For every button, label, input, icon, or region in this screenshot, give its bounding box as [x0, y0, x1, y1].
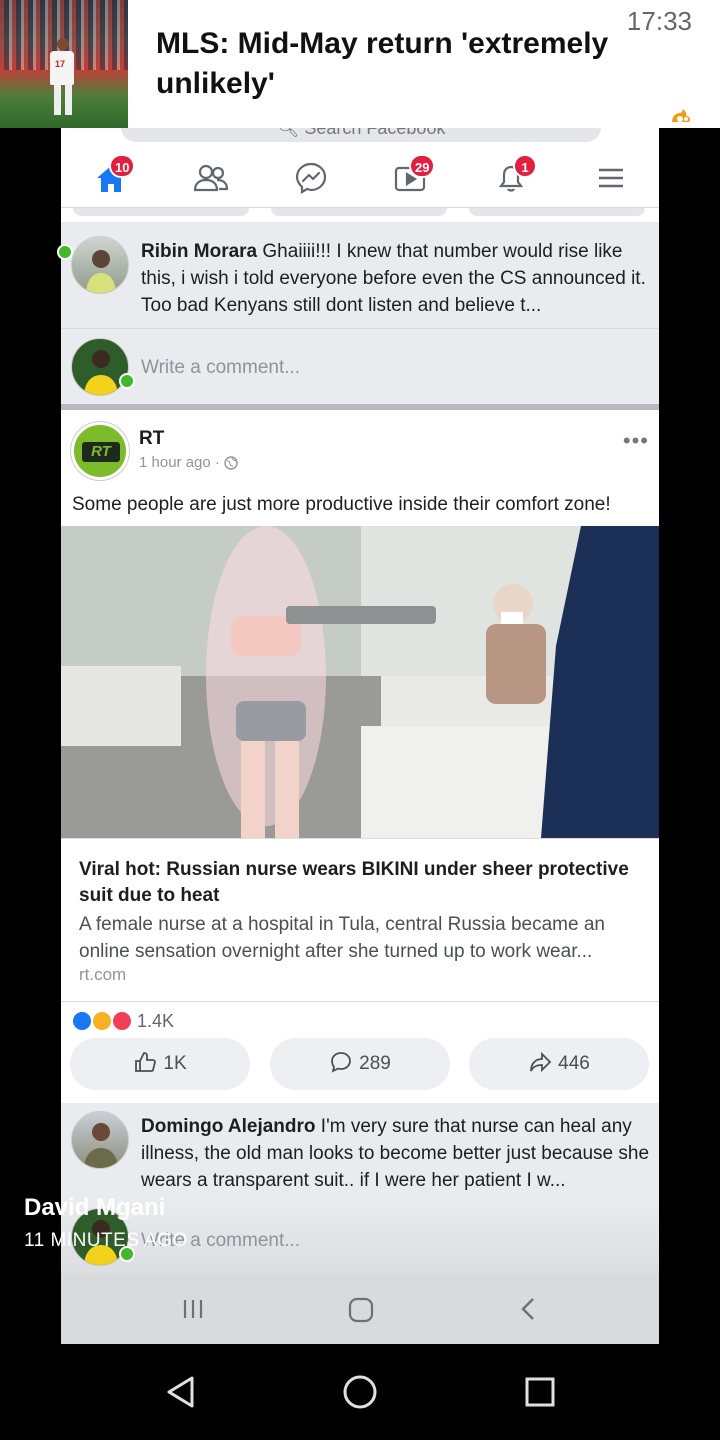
- facebook-screen: 🔍︎ Search Facebook 10 29 1 Ribin Morara …: [57, 128, 659, 1344]
- menu-icon: [599, 168, 623, 188]
- post-author[interactable]: RT: [139, 428, 164, 450]
- tab-messenger[interactable]: [291, 158, 331, 198]
- post-meta: 1 hour ago ·: [139, 454, 238, 471]
- my-avatar[interactable]: [71, 338, 129, 396]
- avatar[interactable]: [71, 236, 129, 294]
- link-description: A female nurse at a hospital in Tula, ce…: [79, 914, 605, 962]
- post-text: Some people are just more productive ins…: [72, 494, 611, 515]
- watch-badge: 29: [409, 154, 436, 178]
- back-icon[interactable]: [517, 1296, 541, 1322]
- tab-menu[interactable]: [591, 158, 631, 198]
- notification-title: MLS: Mid-May return 'extremely unlikely': [156, 27, 609, 100]
- overview-square-icon[interactable]: [524, 1376, 556, 1408]
- post-time[interactable]: 1 hour ago: [139, 454, 211, 471]
- inner-navigation-bar: [61, 1274, 659, 1344]
- link-preview[interactable]: Viral hot: Russian nurse wears BIKINI un…: [61, 838, 659, 1002]
- messenger-icon: [295, 162, 327, 194]
- like-reaction-icon: [71, 1010, 93, 1032]
- reaction-count: 1.4K: [137, 1011, 175, 1031]
- online-indicator: [119, 373, 135, 389]
- like-button[interactable]: 1K: [70, 1038, 250, 1090]
- tab-friends[interactable]: [191, 158, 231, 198]
- write-comment-input[interactable]: Write a comment...: [141, 357, 300, 379]
- love-reaction-icon: [111, 1010, 133, 1032]
- post-options-button[interactable]: •••: [623, 428, 649, 454]
- comment-ribin: Ribin Morara Ghaiiii!!! I knew that numb…: [61, 226, 659, 326]
- story-time: 11 MINUTES AGO: [24, 1230, 188, 1251]
- link-domain: rt.com: [79, 965, 127, 984]
- tab-notifications[interactable]: 1: [491, 154, 537, 198]
- news-thumbnail: 17: [0, 0, 128, 128]
- search-bar[interactable]: 🔍︎ Search Facebook: [121, 128, 601, 142]
- comment-text: Ribin Morara Ghaiiii!!! I knew that numb…: [141, 241, 646, 316]
- share-icon: [530, 1051, 552, 1073]
- story-author-name: David Mgani: [24, 1194, 166, 1221]
- home-circle-icon[interactable]: [342, 1374, 378, 1410]
- system-navigation-bar: [0, 1344, 720, 1440]
- recent-apps-icon[interactable]: [181, 1297, 205, 1321]
- globe-icon: [224, 456, 238, 470]
- avatar[interactable]: [71, 1111, 129, 1169]
- notification-time: 17:33: [626, 6, 692, 36]
- facebook-topbar: 🔍︎ Search Facebook 10 29 1: [61, 128, 659, 208]
- comment-author[interactable]: Ribin Morara: [141, 241, 257, 262]
- back-triangle-icon[interactable]: [164, 1374, 196, 1410]
- comment-author[interactable]: Domingo Alejandro: [141, 1116, 316, 1137]
- rt-post: RT RT 1 hour ago · ••• Some people are j…: [61, 410, 659, 1106]
- comment-domingo: Domingo Alejandro I'm very sure that nur…: [61, 1103, 659, 1201]
- home-button-icon[interactable]: [348, 1297, 374, 1323]
- uc-browser-icon: [672, 109, 690, 122]
- post-photo[interactable]: [61, 526, 659, 838]
- notifications-badge: 1: [513, 154, 537, 178]
- rt-avatar[interactable]: RT: [71, 422, 129, 480]
- comment-icon: [331, 1052, 352, 1073]
- write-comment-row: Write a comment...: [57, 244, 659, 404]
- tab-watch[interactable]: 29: [391, 154, 436, 198]
- tab-home[interactable]: 10: [91, 154, 136, 198]
- haha-reaction-icon: [91, 1010, 113, 1032]
- previous-buttons-stub: [61, 208, 659, 222]
- comment-button[interactable]: 289: [270, 1038, 450, 1090]
- share-button[interactable]: 446: [469, 1038, 649, 1090]
- friends-icon: [193, 164, 229, 192]
- link-title: Viral hot: Russian nurse wears BIKINI un…: [79, 859, 629, 906]
- news-notification[interactable]: 17 MLS: Mid-May return 'extremely unlike…: [0, 0, 720, 128]
- comment-text: Domingo Alejandro I'm very sure that nur…: [141, 1116, 650, 1191]
- home-badge: 10: [109, 154, 136, 178]
- thumbs-up-icon: [135, 1052, 157, 1072]
